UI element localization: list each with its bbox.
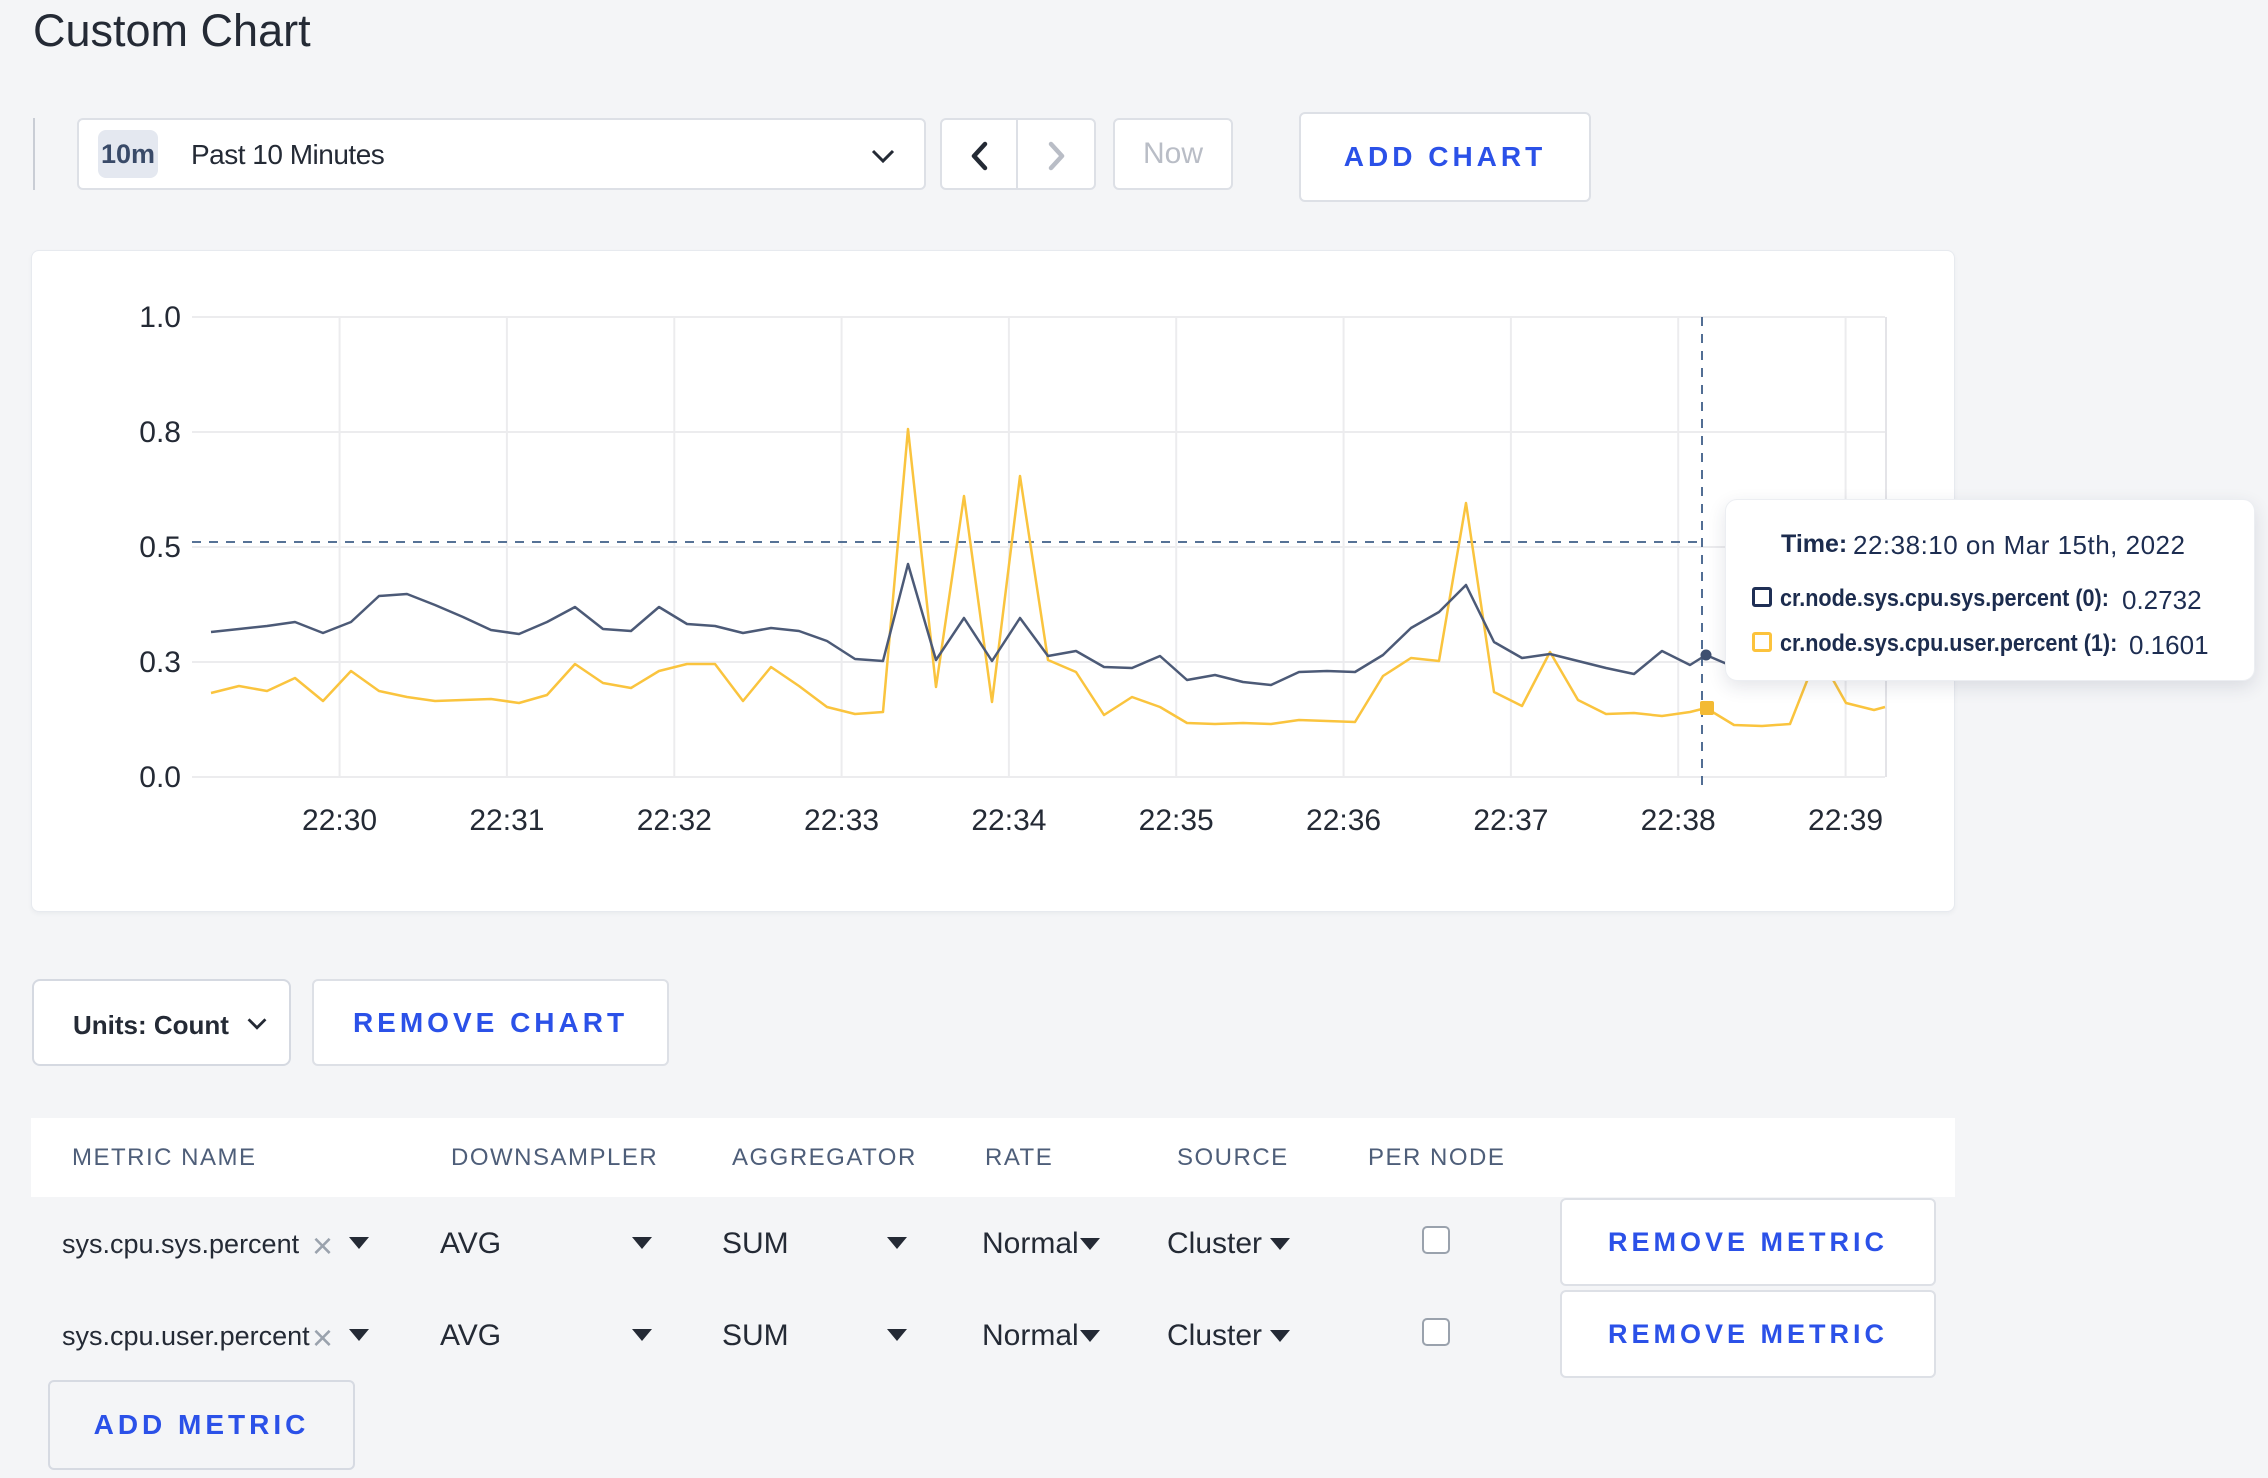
svg-text:22:31: 22:31 — [469, 804, 544, 837]
svg-text:22:30: 22:30 — [302, 804, 377, 837]
svg-text:22:35: 22:35 — [1139, 804, 1214, 837]
svg-text:22:32: 22:32 — [637, 804, 712, 837]
svg-text:0.5: 0.5 — [139, 531, 181, 564]
svg-text:22:37: 22:37 — [1473, 804, 1548, 837]
svg-text:1.0: 1.0 — [139, 301, 181, 334]
svg-text:22:38: 22:38 — [1641, 804, 1716, 837]
svg-text:0.3: 0.3 — [139, 646, 181, 679]
svg-text:22:34: 22:34 — [971, 804, 1046, 837]
svg-text:22:39: 22:39 — [1808, 804, 1883, 837]
svg-text:22:33: 22:33 — [804, 804, 879, 837]
svg-text:0.8: 0.8 — [139, 416, 181, 449]
svg-text:22:36: 22:36 — [1306, 804, 1381, 837]
svg-text:0.0: 0.0 — [139, 761, 181, 794]
